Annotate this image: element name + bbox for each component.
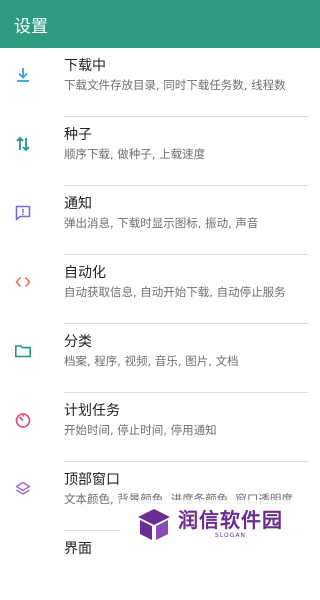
settings-item-label: 计划任务 bbox=[64, 403, 120, 419]
settings-item-label: 自动化 bbox=[64, 265, 106, 281]
settings-item-description: 弹出消息, 下载时显示图标, 振动, 声音 bbox=[64, 216, 259, 230]
settings-item-description: 下载文件存放目录, 同时下载任务数, 线程数 bbox=[64, 78, 286, 92]
settings-item-schedule[interactable]: 计划任务 开始时间, 停止时间, 停用通知 bbox=[0, 393, 320, 462]
settings-item-description: 自动获取信息, 自动开始下载, 自动停止服务 bbox=[64, 285, 286, 299]
settings-item-label: 顶部窗口 bbox=[64, 472, 120, 488]
settings-item-automation[interactable]: 自动化 自动获取信息, 自动开始下载, 自动停止服务 bbox=[0, 255, 320, 324]
settings-item-label: 通知 bbox=[64, 196, 92, 212]
settings-item-downloading[interactable]: 下载中 下载文件存放目录, 同时下载任务数, 线程数 bbox=[0, 48, 320, 117]
watermark-slogan: SLOGAN bbox=[215, 532, 246, 539]
settings-item-description: 档案, 程序, 视频, 音乐, 图片, 文档 bbox=[64, 354, 239, 368]
settings-item-label: 种子 bbox=[64, 127, 92, 143]
settings-item-description: 顺序下载, 做种子, 上载速度 bbox=[64, 147, 206, 161]
watermark: 润信软件园 SLOGAN bbox=[120, 500, 320, 548]
layers-icon bbox=[12, 478, 34, 500]
code-brackets-icon bbox=[12, 271, 34, 293]
watermark-name: 润信软件园 bbox=[178, 508, 283, 532]
settings-item-description: 开始时间, 停止时间, 停用通知 bbox=[64, 423, 217, 437]
swap-vertical-icon bbox=[12, 133, 34, 155]
watermark-logo-icon bbox=[138, 509, 170, 540]
settings-item-label: 下载中 bbox=[64, 58, 106, 74]
download-icon bbox=[12, 64, 34, 86]
settings-item-notification[interactable]: 通知 弹出消息, 下载时显示图标, 振动, 声音 bbox=[0, 186, 320, 255]
page-title: 设置 bbox=[14, 16, 48, 37]
settings-item-label: 分类 bbox=[64, 334, 92, 350]
settings-item-category[interactable]: 分类 档案, 程序, 视频, 音乐, 图片, 文档 bbox=[0, 324, 320, 393]
folder-icon bbox=[12, 340, 34, 362]
timer-icon bbox=[12, 409, 34, 431]
notification-message-icon bbox=[12, 202, 34, 224]
settings-item-seed[interactable]: 种子 顺序下载, 做种子, 上载速度 bbox=[0, 117, 320, 186]
app-bar: 设置 bbox=[0, 0, 320, 48]
